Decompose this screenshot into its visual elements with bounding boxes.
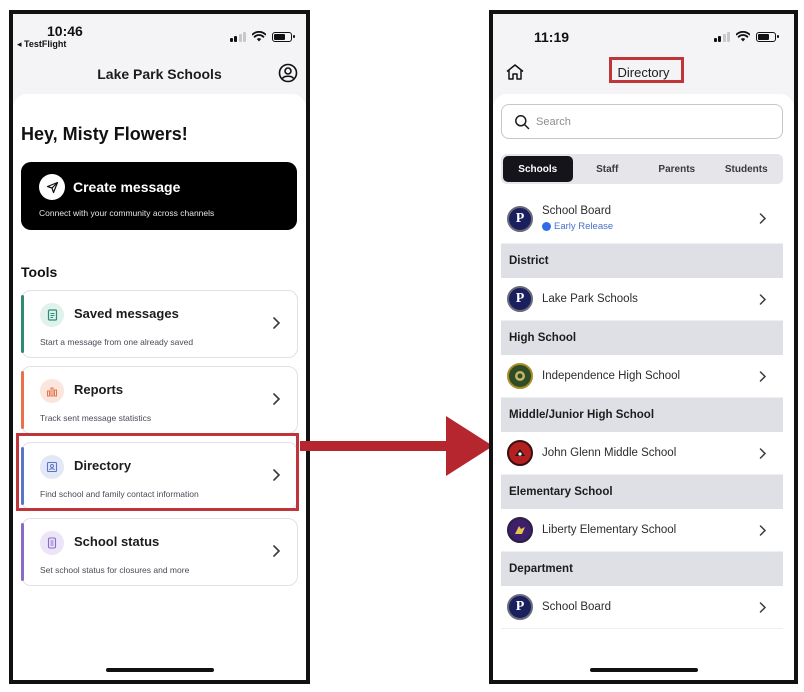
search-icon bbox=[515, 114, 530, 129]
status-badge: Early Release bbox=[542, 221, 613, 232]
document-icon bbox=[40, 303, 64, 327]
bar-chart-icon bbox=[40, 379, 64, 403]
chevron-right-icon bbox=[759, 447, 767, 459]
status-bar: 11:19 bbox=[493, 14, 794, 54]
status-time: 10:46 bbox=[47, 23, 83, 39]
directory-list: P School Board Early Release District P … bbox=[501, 194, 783, 629]
app-title: Lake Park Schools bbox=[97, 66, 222, 82]
create-message-label: Create message bbox=[73, 179, 181, 195]
chevron-right-icon bbox=[273, 317, 281, 329]
tab-parents[interactable]: Parents bbox=[642, 156, 712, 182]
section-header: Elementary School bbox=[501, 475, 783, 509]
list-item-school-board[interactable]: P School Board bbox=[501, 586, 783, 629]
section-header: Department bbox=[501, 552, 783, 586]
tab-students[interactable]: Students bbox=[712, 156, 782, 182]
battery-icon bbox=[756, 31, 779, 42]
tool-accent-bar bbox=[21, 523, 24, 581]
chevron-right-icon bbox=[759, 524, 767, 536]
school-logo-icon bbox=[507, 517, 533, 543]
list-item-liberty-elementary[interactable]: Liberty Elementary School bbox=[501, 509, 783, 552]
directory-highlight-box bbox=[16, 433, 299, 511]
district-logo-icon: P bbox=[507, 594, 533, 620]
status-text: Early Release bbox=[554, 221, 614, 232]
chevron-right-icon bbox=[273, 545, 281, 557]
district-logo-icon: P bbox=[507, 205, 533, 232]
wifi-icon bbox=[736, 31, 750, 42]
cellular-signal-icon bbox=[229, 31, 246, 42]
chevron-right-icon bbox=[273, 393, 281, 405]
school-logo-icon bbox=[507, 440, 533, 466]
section-header: Middle/Junior High School bbox=[501, 398, 783, 432]
list-item-label: School Board bbox=[542, 601, 612, 613]
tab-staff[interactable]: Staff bbox=[573, 156, 643, 182]
tools-heading: Tools bbox=[21, 264, 58, 280]
status-time: 11:19 bbox=[534, 29, 570, 45]
list-item-john-glenn-middle[interactable]: John Glenn Middle School bbox=[501, 432, 783, 475]
search-input[interactable] bbox=[536, 115, 756, 128]
send-icon bbox=[39, 174, 65, 200]
list-item-lake-park-schools[interactable]: P Lake Park Schools bbox=[501, 278, 783, 321]
reports-tool[interactable]: Reports Track sent message statistics bbox=[21, 366, 298, 434]
chevron-right-icon bbox=[759, 370, 767, 382]
status-dot-icon bbox=[542, 222, 551, 231]
right-phone-screen: 11:19 Directory Schools Staff Parents St… bbox=[489, 10, 798, 684]
list-item-school-board-top[interactable]: P School Board Early Release bbox=[501, 194, 783, 244]
list-item-label: School Board bbox=[542, 205, 612, 217]
tool-subtitle: Set school status for closures and more bbox=[40, 565, 190, 575]
greeting-heading: Hey, Misty Flowers! bbox=[21, 124, 188, 144]
tool-accent-bar bbox=[21, 371, 24, 429]
chevron-right-icon bbox=[759, 213, 767, 224]
profile-icon[interactable] bbox=[278, 63, 298, 83]
section-header: District bbox=[501, 244, 783, 278]
search-bar[interactable] bbox=[501, 104, 783, 139]
battery-icon bbox=[272, 31, 295, 42]
status-icon bbox=[40, 531, 64, 555]
transition-arrow-icon bbox=[300, 416, 493, 476]
section-header: High School bbox=[501, 321, 783, 355]
wifi-icon bbox=[252, 31, 266, 42]
tool-label: Reports bbox=[74, 382, 124, 397]
tool-label: Saved messages bbox=[74, 306, 179, 321]
school-logo-icon bbox=[507, 363, 533, 389]
list-item-label: Liberty Elementary School bbox=[542, 524, 677, 536]
cellular-signal-icon bbox=[713, 31, 730, 42]
home-indicator bbox=[105, 668, 214, 672]
system-icons bbox=[229, 31, 295, 42]
tab-schools[interactable]: Schools bbox=[503, 156, 573, 182]
list-item-label: John Glenn Middle School bbox=[542, 447, 677, 459]
home-indicator bbox=[589, 668, 698, 672]
status-bar: 10:46 ◂ TestFlight bbox=[13, 14, 306, 54]
title-highlight-box bbox=[609, 57, 684, 83]
list-item-label: Lake Park Schools bbox=[542, 293, 638, 305]
tool-subtitle: Start a message from one already saved bbox=[40, 337, 194, 347]
left-phone-screen: 10:46 ◂ TestFlight Lake Park Schools Hey… bbox=[9, 10, 310, 684]
create-message-subtitle: Connect with your community across chann… bbox=[39, 208, 215, 218]
tool-subtitle: Track sent message statistics bbox=[40, 413, 152, 423]
tool-label: School status bbox=[74, 534, 160, 549]
district-logo-icon: P bbox=[507, 286, 533, 312]
system-icons bbox=[713, 31, 779, 42]
home-content: Hey, Misty Flowers! Create message Conne… bbox=[13, 94, 306, 680]
school-status-tool[interactable]: School status Set school status for clos… bbox=[21, 518, 298, 586]
list-item-independence-high[interactable]: Independence High School bbox=[501, 355, 783, 398]
chevron-right-icon bbox=[759, 601, 767, 613]
back-to-testflight[interactable]: ◂ TestFlight bbox=[17, 39, 66, 50]
directory-tabs: Schools Staff Parents Students bbox=[501, 154, 783, 184]
saved-messages-tool[interactable]: Saved messages Start a message from one … bbox=[21, 290, 298, 358]
tool-accent-bar bbox=[21, 295, 24, 353]
list-item-label: Independence High School bbox=[542, 370, 681, 382]
create-message-button[interactable]: Create message Connect with your communi… bbox=[21, 162, 297, 230]
directory-content: Schools Staff Parents Students P School … bbox=[493, 94, 794, 680]
chevron-right-icon bbox=[759, 293, 767, 305]
